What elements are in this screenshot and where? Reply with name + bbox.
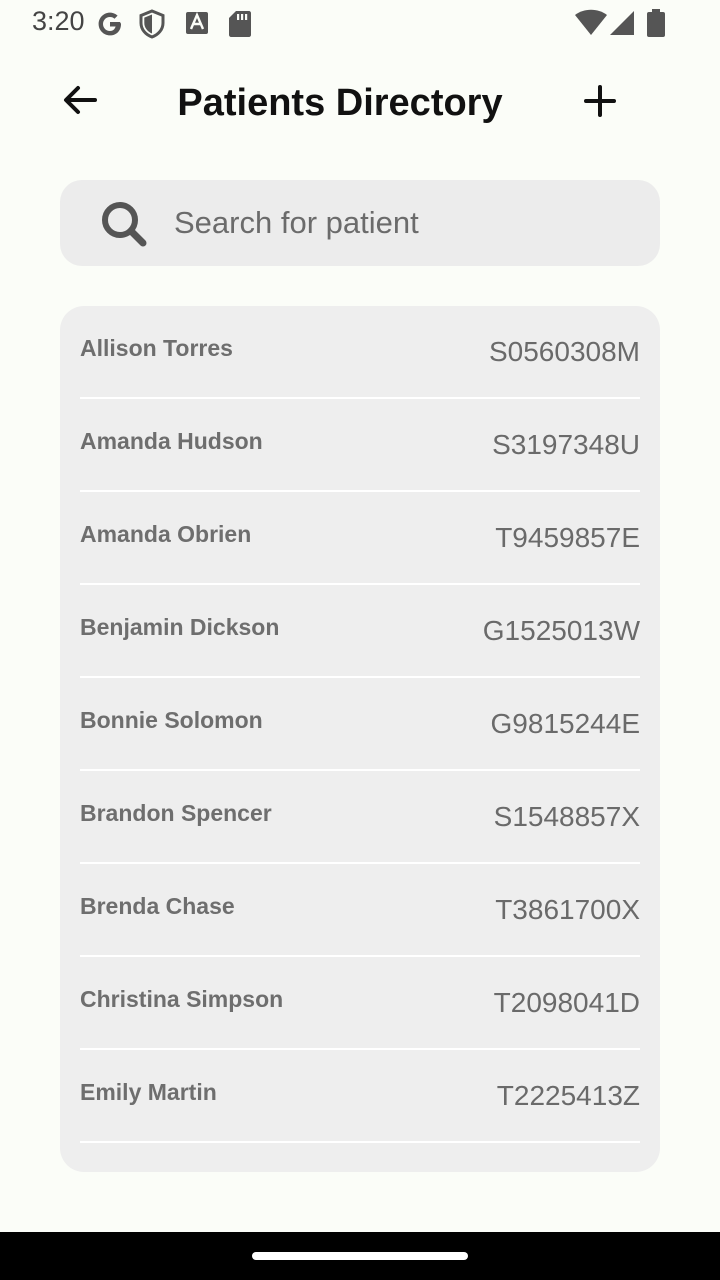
back-button[interactable]: [52, 74, 108, 130]
patient-name: Brenda Chase: [80, 893, 235, 919]
patient-name: Amanda Hudson: [80, 428, 263, 454]
patient-id: T9459857E: [495, 522, 640, 553]
patient-name: Benjamin Dickson: [80, 614, 280, 640]
status-bar: 3:20: [0, 0, 720, 48]
patient-name: Bonnie Solomon: [80, 707, 263, 733]
home-indicator[interactable]: [252, 1252, 468, 1260]
patient-row[interactable]: Christina Simpson T2098041D: [80, 957, 640, 1050]
patient-id: G9815244E: [490, 708, 640, 739]
patient-name: Emily Martin: [80, 1079, 217, 1105]
shield-icon: [139, 9, 165, 39]
wifi-icon: [575, 9, 607, 36]
patient-name: Allison Torres: [80, 335, 233, 361]
patient-name: Amanda Obrien: [80, 521, 252, 547]
patient-row[interactable]: Bonnie Solomon G9815244E: [80, 678, 640, 771]
search-bar[interactable]: [60, 180, 660, 266]
patient-name: Christina Simpson: [80, 986, 284, 1012]
search-input[interactable]: [174, 200, 634, 246]
patient-id: G1525013W: [482, 615, 640, 646]
signal-icon: [610, 11, 634, 35]
sd-card-icon: [229, 11, 251, 37]
patient-id: S0560308M: [488, 336, 640, 367]
add-patient-button[interactable]: [572, 74, 628, 130]
arrow-left-icon: [64, 86, 97, 114]
app-header: Patients Directory: [0, 60, 720, 144]
patient-name: Brandon Spencer: [80, 800, 272, 826]
font-icon: [186, 11, 208, 34]
patient-list: Allison Torres S0560308M Amanda Hudson S…: [60, 306, 660, 1172]
patient-row[interactable]: Amanda Hudson S3197348U: [80, 399, 640, 492]
patient-id: S1548857X: [493, 801, 640, 832]
patient-row[interactable]: Amanda Obrien T9459857E: [80, 492, 640, 585]
patient-id: T3861700X: [495, 894, 640, 925]
page-title: Patients Directory: [177, 82, 503, 124]
patient-id: S3197348U: [492, 429, 640, 460]
google-icon: [98, 12, 121, 36]
search-icon: [102, 202, 147, 247]
patient-row[interactable]: Brandon Spencer S1548857X: [80, 771, 640, 864]
status-time: 3:20: [32, 6, 85, 36]
patient-row[interactable]: Brenda Chase T3861700X: [80, 864, 640, 957]
patient-row[interactable]: Allison Torres S0560308M: [80, 306, 640, 399]
patient-row[interactable]: Benjamin Dickson G1525013W: [80, 585, 640, 678]
plus-icon: [584, 85, 616, 117]
system-nav-bar: [0, 1232, 720, 1280]
patient-id: T2225413Z: [496, 1080, 640, 1111]
patient-row[interactable]: Emily Martin T2225413Z: [80, 1050, 640, 1143]
patient-id: T2098041D: [493, 987, 640, 1018]
battery-icon: [647, 9, 665, 37]
